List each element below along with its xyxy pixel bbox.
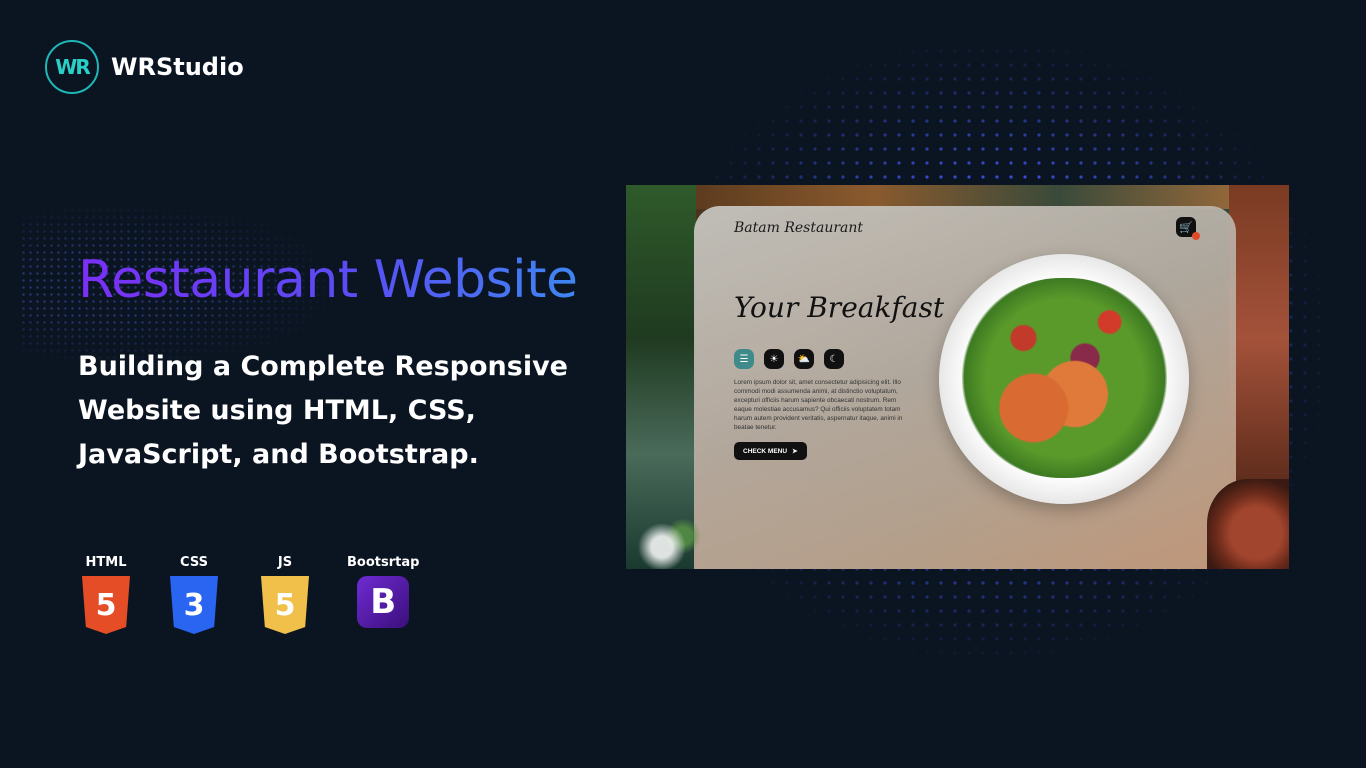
tech-js: JS 5 [261, 555, 309, 634]
menu-icon[interactable]: ☰ [734, 349, 754, 369]
afternoon-icon[interactable]: ⛅ [794, 349, 814, 369]
logo[interactable]: WR WRStudio [45, 40, 244, 94]
bootstrap-icon: B [357, 576, 410, 628]
water-splash-image [634, 514, 704, 569]
tech-css: CSS 3 [170, 555, 218, 634]
tech-bootstrap: Bootsrtap B [347, 555, 419, 628]
html5-icon: 5 [82, 576, 130, 634]
js-icon: 5 [261, 576, 309, 634]
check-menu-label: CHECK MENU [743, 447, 788, 455]
steak-image [1207, 479, 1289, 569]
website-mockup: Batam Restaurant 🛒 Your Breakfast ☰ ☀ ⛅ … [626, 185, 1289, 569]
arrow-right-icon: ➤ [792, 448, 798, 455]
restaurant-brand[interactable]: Batam Restaurant [734, 220, 863, 236]
brand-name: WRStudio [111, 53, 244, 81]
tech-label: HTML [85, 555, 127, 570]
tech-label: Bootsrtap [347, 555, 420, 570]
salmon-salad-image [962, 278, 1167, 478]
tech-html: HTML 5 [82, 555, 130, 634]
check-menu-button[interactable]: CHECK MENU ➤ [734, 442, 807, 460]
logo-mark: WR [45, 40, 99, 94]
tech-label: CSS [180, 555, 208, 570]
meal-time-icons: ☰ ☀ ⛅ ☾ [734, 349, 844, 369]
cart-badge [1192, 232, 1200, 240]
sun-icon[interactable]: ☀ [764, 349, 784, 369]
cart-icon[interactable]: 🛒 [1176, 217, 1200, 240]
hero-description: Lorem ipsum dolor sit, amet consectetur … [734, 379, 903, 431]
tech-label: JS [277, 555, 293, 570]
moon-icon[interactable]: ☾ [824, 349, 844, 369]
page-title: Restaurant Website [78, 250, 578, 310]
hero-card: Batam Restaurant 🛒 Your Breakfast ☰ ☀ ⛅ … [694, 206, 1236, 569]
background-plants [626, 185, 696, 569]
subtitle: Building a Complete Responsive Website u… [78, 351, 568, 470]
hero-title: Your Breakfast [734, 291, 945, 324]
css3-icon: 3 [170, 576, 218, 634]
